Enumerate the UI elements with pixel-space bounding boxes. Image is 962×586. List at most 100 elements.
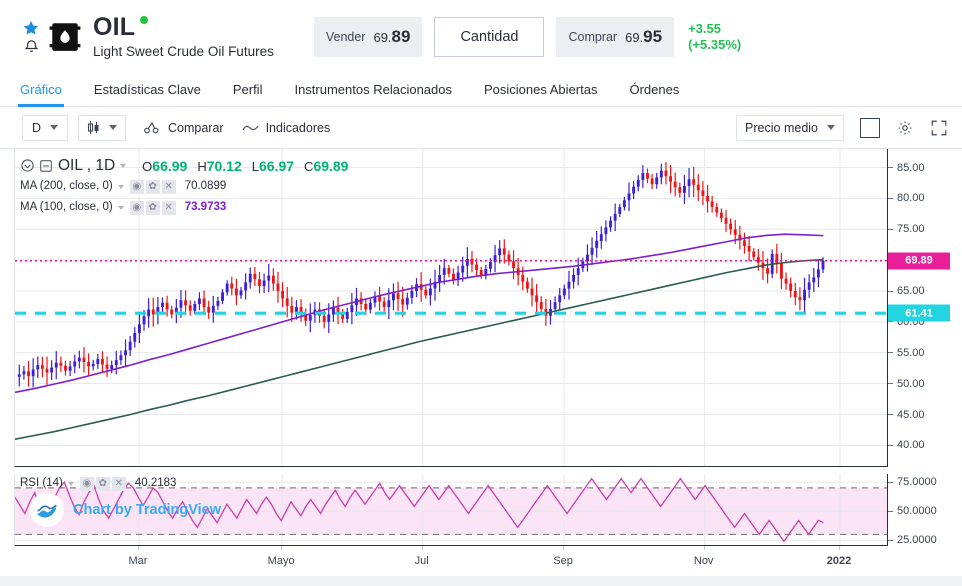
fullscreen-icon[interactable]: [930, 119, 948, 137]
tradingview-branding-text: Chart by TradingView: [73, 502, 221, 518]
eye-icon[interactable]: [20, 158, 35, 173]
price-tick: 80.00: [888, 192, 925, 204]
sell-button[interactable]: Vender 69.89: [313, 17, 423, 57]
price-tick: 50.00: [888, 378, 925, 390]
compare-label: Comparar: [168, 120, 224, 135]
legend-study-ma200: MA (200, close, 0) ◉ ✿ ✕ 70.0899: [20, 176, 348, 197]
chart-toolbar-right: Precio medio: [736, 114, 948, 141]
settings-icon[interactable]: ✿: [145, 200, 160, 215]
ma100-value: 73.9733: [184, 200, 227, 213]
price-change: +3.55 (+5.35%): [688, 21, 741, 54]
indicators-button[interactable]: Indicadores: [242, 120, 331, 135]
price-mode-selector[interactable]: Precio medio: [736, 114, 844, 141]
ma200-label: MA (200, close, 0): [20, 179, 113, 192]
indicators-label: Indicadores: [265, 120, 331, 135]
star-icon[interactable]: [22, 19, 40, 37]
price-scale[interactable]: 85.0080.0075.0070.0065.0060.0055.0050.00…: [887, 149, 962, 467]
remove-icon[interactable]: ✕: [111, 476, 126, 491]
chart-legend: OIL , 1D O66.99 H70.12 L66.97 C69.89 MA …: [20, 155, 348, 218]
collapse-icon[interactable]: [39, 159, 53, 173]
buy-price: 69.95: [625, 27, 663, 46]
time-tick: Nov: [693, 555, 714, 567]
chevron-down-icon: [109, 125, 117, 130]
indicators-wave-icon: [242, 123, 259, 133]
sell-price: 69.89: [373, 27, 411, 46]
rsi-label: RSI (14): [20, 476, 63, 489]
visibility-icon[interactable]: ◉: [79, 476, 94, 491]
time-tick: Jul: [414, 555, 429, 567]
price-tick: 85.00: [888, 162, 925, 174]
rsi-tick: 25.0000: [888, 534, 937, 546]
tab-estadisticas-clave[interactable]: Estadísticas Clave: [78, 82, 217, 106]
time-notch: [281, 546, 283, 550]
price-tick: 55.00: [888, 347, 925, 359]
time-axis[interactable]: Mar Mayo Jul Sep Nov 2022: [14, 546, 887, 574]
quantity-button[interactable]: Cantidad: [434, 17, 545, 57]
alert-line-badge[interactable]: 61.41: [888, 304, 950, 322]
price-tick: 65.00: [888, 285, 925, 297]
oil-barrel-icon: [48, 20, 93, 54]
price-mode-label: Precio medio: [745, 120, 818, 135]
tab-grafico[interactable]: Gráfico: [16, 82, 78, 107]
visibility-icon[interactable]: ◉: [129, 179, 144, 194]
ma200-value: 70.0899: [184, 179, 227, 192]
symbol-ticker: OIL: [93, 13, 136, 41]
time-tick: Mayo: [267, 555, 295, 567]
compare-icon: [144, 121, 161, 134]
rsi-scale[interactable]: 75.0000 50.0000 25.0000: [887, 474, 962, 546]
ma100-label: MA (100, close, 0): [20, 200, 113, 213]
symbol-block: OIL Light Sweet Crude Oil Futures: [93, 13, 274, 60]
visibility-icon[interactable]: ◉: [129, 200, 144, 215]
gear-icon[interactable]: [896, 119, 914, 137]
symbol-description: Light Sweet Crude Oil Futures: [93, 44, 274, 59]
rsi-legend-row: RSI (14) ◉ ✿ ✕ 40.2183: [20, 475, 176, 492]
chevron-down-icon[interactable]: [117, 184, 124, 189]
bottom-strip: [0, 576, 962, 586]
candlestick-icon: [87, 120, 100, 135]
tab-ordenes[interactable]: Órdenes: [613, 82, 695, 106]
tradingview-quote-page: OIL Light Sweet Crude Oil Futures Vender…: [0, 0, 962, 586]
settings-icon[interactable]: ✿: [95, 476, 110, 491]
chevron-down-icon[interactable]: [67, 481, 74, 486]
interval-selector[interactable]: D: [22, 114, 68, 141]
buy-button[interactable]: Comprar 69.95: [556, 17, 675, 57]
chevron-down-icon: [827, 125, 835, 130]
chart-type-selector[interactable]: [78, 114, 126, 141]
time-notch: [703, 546, 705, 550]
favorite-controls: [14, 14, 48, 60]
settings-icon[interactable]: ✿: [145, 179, 160, 194]
interval-label: D: [31, 120, 42, 135]
instrument-header: OIL Light Sweet Crude Oil Futures Vender…: [0, 0, 962, 74]
price-tick: 45.00: [888, 409, 925, 421]
rsi-value: 40.2183: [134, 476, 177, 489]
price-tick: 75.00: [888, 223, 925, 235]
time-notch: [838, 546, 840, 550]
chart-toolbar: D Comparar Indicadores Precio medio: [0, 107, 962, 149]
time-tick: 2022: [826, 555, 852, 567]
time-notch: [563, 546, 565, 550]
remove-icon[interactable]: ✕: [161, 200, 176, 215]
change-absolute: +3.55: [688, 20, 721, 36]
time-notch: [137, 546, 139, 550]
tradingview-branding: Chart by TradingView: [30, 493, 221, 527]
tab-perfil[interactable]: Perfil: [217, 82, 279, 106]
ma100-controls: ◉ ✿ ✕: [129, 200, 176, 215]
last-price-line-badge[interactable]: 69.89: [888, 252, 950, 270]
tab-instrumentos-relacionados[interactable]: Instrumentos Relacionados: [278, 82, 468, 106]
section-tabs: Gráfico Estadísticas Clave Perfil Instru…: [0, 74, 962, 107]
compare-button[interactable]: Comparar: [144, 121, 224, 135]
ohlc-close: C69.89: [304, 157, 349, 174]
legend-symbol-title: OIL , 1D: [58, 156, 116, 174]
chevron-down-icon: [50, 125, 59, 130]
remove-icon[interactable]: ✕: [161, 179, 176, 194]
quote-area: Vender 69.89 Cantidad Comprar 69.95 +3.5…: [313, 17, 741, 57]
bell-icon[interactable]: [23, 38, 40, 55]
tab-posiciones-abiertas[interactable]: Posiciones Abiertas: [468, 82, 613, 106]
chevron-down-icon[interactable]: [120, 163, 127, 168]
time-notch: [421, 546, 423, 550]
rsi-tick: 75.0000: [888, 476, 937, 488]
chart-container[interactable]: OIL , 1D O66.99 H70.12 L66.97 C69.89 MA …: [0, 149, 962, 586]
time-tick: Mar: [128, 555, 148, 567]
square-toggle-icon[interactable]: [860, 117, 880, 138]
chevron-down-icon[interactable]: [117, 205, 124, 210]
